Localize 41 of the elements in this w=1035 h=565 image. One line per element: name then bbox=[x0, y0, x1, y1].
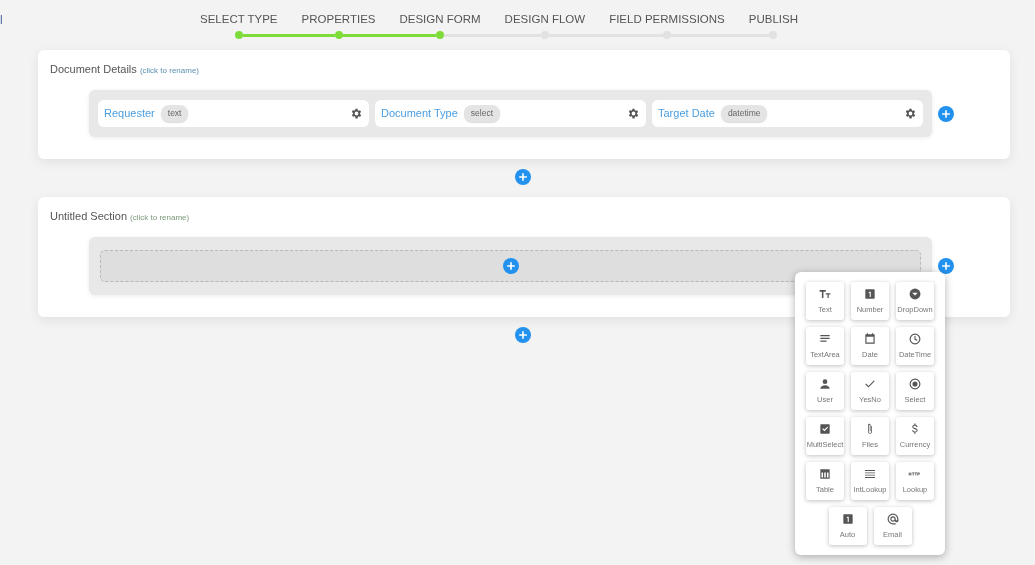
step-tab[interactable]: PROPERTIES bbox=[289, 11, 388, 29]
clock-icon bbox=[908, 332, 922, 346]
settings-icon[interactable] bbox=[350, 107, 363, 120]
section-title[interactable]: Untitled Section bbox=[50, 210, 128, 222]
checkbox-icon bbox=[818, 422, 832, 436]
text-size-icon bbox=[818, 287, 832, 301]
field-type-tag: select bbox=[463, 105, 501, 122]
rename-hint: (click to rename) bbox=[139, 66, 199, 75]
number-icon bbox=[863, 287, 877, 301]
add-icon[interactable] bbox=[938, 258, 954, 274]
add-icon[interactable] bbox=[514, 327, 531, 343]
field-label: Requester bbox=[104, 106, 155, 122]
section-title[interactable]: Document Details bbox=[50, 63, 137, 75]
add-icon[interactable] bbox=[938, 105, 954, 122]
step-tab[interactable]: FIELD PERMISSIONS bbox=[597, 11, 737, 29]
table-icon bbox=[818, 467, 832, 481]
radio-icon bbox=[908, 377, 922, 391]
breadcrumb-text: l bbox=[0, 12, 3, 29]
form-field[interactable]: Requester text bbox=[98, 100, 369, 127]
form-field[interactable]: Target Date datetime bbox=[652, 100, 923, 127]
lines-icon bbox=[863, 467, 877, 481]
step-tab[interactable]: SELECT TYPE bbox=[188, 11, 290, 29]
field-type-tag: text bbox=[160, 105, 189, 122]
drop-zone[interactable] bbox=[100, 250, 921, 282]
step-tab[interactable]: PUBLISH bbox=[736, 11, 810, 29]
field-label: Document Type bbox=[381, 106, 458, 122]
field-label: Target Date bbox=[658, 106, 715, 122]
number-icon bbox=[840, 512, 855, 526]
step-tab[interactable]: DESIGN FORM bbox=[387, 11, 493, 29]
settings-icon[interactable] bbox=[627, 107, 640, 120]
step-tab[interactable]: DESIGN FLOW bbox=[492, 11, 598, 29]
add-icon[interactable] bbox=[514, 169, 531, 185]
add-icon[interactable] bbox=[502, 258, 519, 274]
form-field[interactable]: Document Type select bbox=[375, 100, 646, 127]
settings-icon[interactable] bbox=[904, 107, 917, 120]
dropdown-icon bbox=[908, 287, 922, 301]
user-icon bbox=[818, 377, 832, 391]
rename-hint: (click to rename) bbox=[130, 213, 190, 222]
field-type-tag: datetime bbox=[720, 105, 768, 122]
at-sign-icon bbox=[885, 512, 900, 526]
calendar-icon bbox=[863, 332, 877, 346]
